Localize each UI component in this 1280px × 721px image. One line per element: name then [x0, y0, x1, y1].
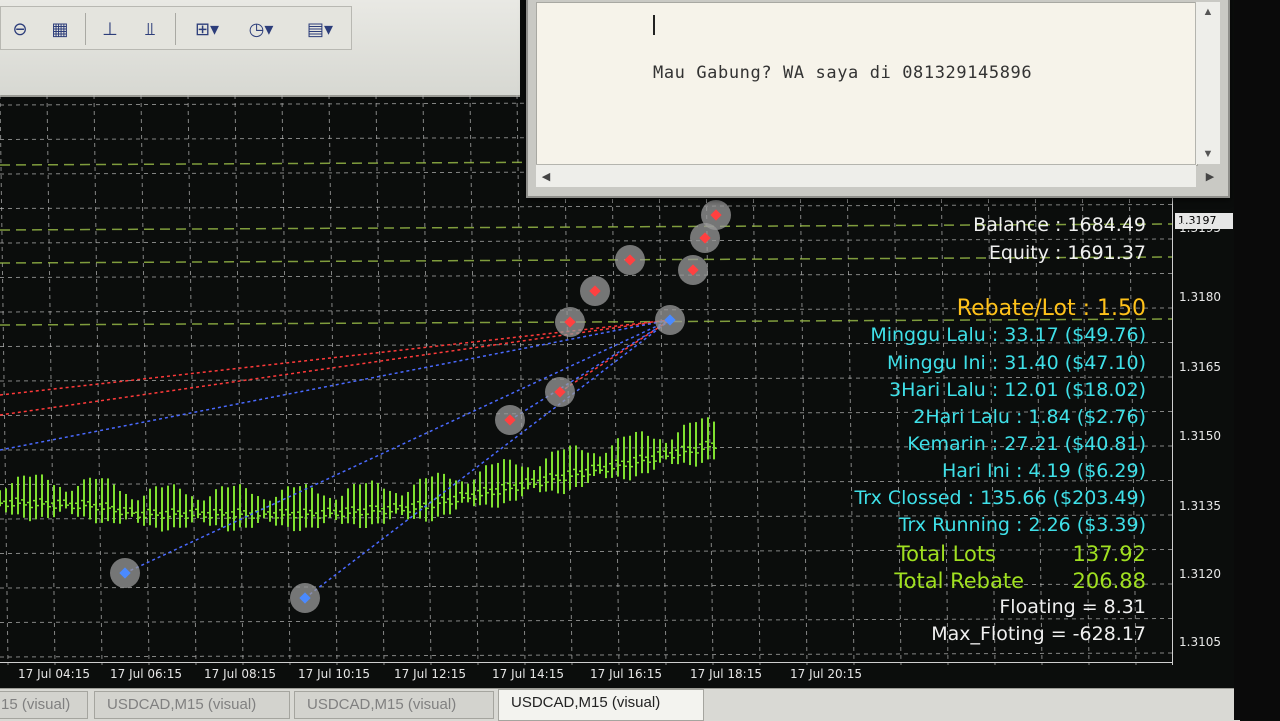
minggu-lalu-text: Minggu Lalu : 33.17 ($49.76) [870, 324, 1146, 346]
tile-windows-icon[interactable]: ▦ [45, 15, 75, 43]
auto-scroll-icon[interactable]: ⫫ [135, 15, 165, 43]
time-tick: 17 Jul 16:15 [590, 667, 662, 681]
time-tick: 17 Jul 12:15 [394, 667, 466, 681]
toolbar-row: ⊖ ▦ ⊥ ⫫ ⊞▾ ◷▾ ▤▾ [0, 6, 352, 50]
3hari-lalu-text: 3Hari Lalu : 12.01 ($18.02) [889, 379, 1146, 401]
time-tick: 17 Jul 14:15 [492, 667, 564, 681]
tab-chart-1[interactable]: 15 (visual) [0, 691, 88, 719]
grid-line-horizontal [0, 618, 1172, 623]
text-caret [653, 15, 655, 35]
price-tick: 1.3150 [1179, 429, 1221, 443]
tab-chart-2[interactable]: USDCAD,M15 (visual) [94, 691, 290, 719]
price-tick: 1.3120 [1179, 567, 1221, 581]
zoom-out-icon[interactable]: ⊖ [5, 15, 35, 43]
trx-closed-text: Trx Clossed : 135.66 ($203.49) [854, 487, 1146, 509]
vertical-scrollbar[interactable]: ▲ ▼ [1195, 2, 1220, 164]
toolbar-separator [85, 13, 86, 45]
toolbar-separator [175, 13, 176, 45]
notes-popup-window: Mau Gabung? WA saya di 081329145896 ▲ ▼ … [526, 0, 1230, 198]
periods-clock-icon[interactable]: ◷▾ [239, 15, 283, 43]
2hari-lalu-text: 2Hari Lalu : 1.84 ($2.76) [913, 406, 1146, 428]
tab-chart-3[interactable]: USDCAD,M15 (visual) [294, 691, 494, 719]
price-tick: 1.3135 [1179, 499, 1221, 513]
templates-icon[interactable]: ▤▾ [295, 15, 345, 43]
grid-line-vertical [0, 95, 9, 665]
indicators-icon[interactable]: ⊞▾ [185, 15, 229, 43]
time-tick: 17 Jul 10:15 [298, 667, 370, 681]
scroll-left-icon[interactable]: ◀ [536, 165, 556, 187]
chart-shift-icon[interactable]: ⊥ [95, 15, 125, 43]
trx-running-text: Trx Running : 2.26 ($3.39) [898, 514, 1146, 536]
toolbar: ⊖ ▦ ⊥ ⫫ ⊞▾ ◷▾ ▤▾ [0, 0, 520, 97]
price-tick: 1.3105 [1179, 635, 1221, 649]
notes-message: Mau Gabung? WA saya di 081329145896 [653, 63, 1033, 83]
max-floting-text: Max_Floting = -628.17 [931, 623, 1146, 645]
time-tick: 17 Jul 08:15 [204, 667, 276, 681]
grid-line-horizontal [0, 273, 1172, 278]
scroll-up-icon[interactable]: ▲ [1196, 2, 1220, 22]
total-rebate-value: 206.88 [1072, 569, 1146, 593]
floating-text: Floating = 8.31 [999, 596, 1146, 618]
grid-line-vertical [93, 95, 103, 665]
chart-tabs: 15 (visual) USDCAD,M15 (visual) USDCAD,M… [0, 688, 1240, 721]
price-tick: 1.3180 [1179, 290, 1221, 304]
rebate-lot-text: Rebate/Lot : 1.50 [956, 296, 1146, 321]
total-rebate-label: Total Rebate [894, 569, 1024, 593]
hari-ini-text: Hari Ini : 4.19 ($6.29) [941, 460, 1146, 482]
grid-line-vertical [469, 95, 479, 665]
kemarin-text: Kemarin : 27.21 ($40.81) [907, 433, 1146, 455]
balance-text: Balance : 1684.49 [973, 214, 1146, 236]
scroll-right-icon[interactable]: ▶ [1200, 165, 1220, 187]
grid-line-vertical [46, 95, 56, 665]
price-axis: 1.3197 1.3195 1.3180 1.3165 1.3150 1.313… [1172, 195, 1235, 665]
trade-line [304, 319, 671, 599]
time-tick: 17 Jul 06:15 [110, 667, 182, 681]
notes-textarea[interactable]: Mau Gabung? WA saya di 081329145896 [536, 2, 1198, 166]
trade-line [124, 319, 671, 574]
time-tick: 17 Jul 04:15 [18, 667, 90, 681]
time-axis: 17 Jul 04:15 17 Jul 06:15 17 Jul 08:15 1… [0, 662, 1172, 689]
scroll-down-icon[interactable]: ▼ [1196, 144, 1220, 164]
equity-text: Equity : 1691.37 [988, 242, 1146, 264]
horizontal-scrollbar[interactable]: ◀ ▶ [536, 164, 1214, 187]
total-lots-label: Total Lots [896, 542, 996, 566]
time-tick: 17 Jul 20:15 [790, 667, 862, 681]
screen-bezel [1234, 0, 1280, 720]
grid-line-horizontal [0, 204, 1172, 209]
grid-line-horizontal [0, 652, 1172, 658]
tab-chart-4-active[interactable]: USDCAD,M15 (visual) [498, 689, 704, 721]
minggu-ini-text: Minggu Ini : 31.40 ($47.10) [886, 352, 1146, 374]
grid-line-vertical [516, 95, 526, 665]
total-lots-value: 137.92 [1072, 542, 1146, 566]
price-tick: 1.3165 [1179, 360, 1221, 374]
price-tick: 1.3195 [1179, 221, 1221, 235]
time-tick: 17 Jul 18:15 [690, 667, 762, 681]
